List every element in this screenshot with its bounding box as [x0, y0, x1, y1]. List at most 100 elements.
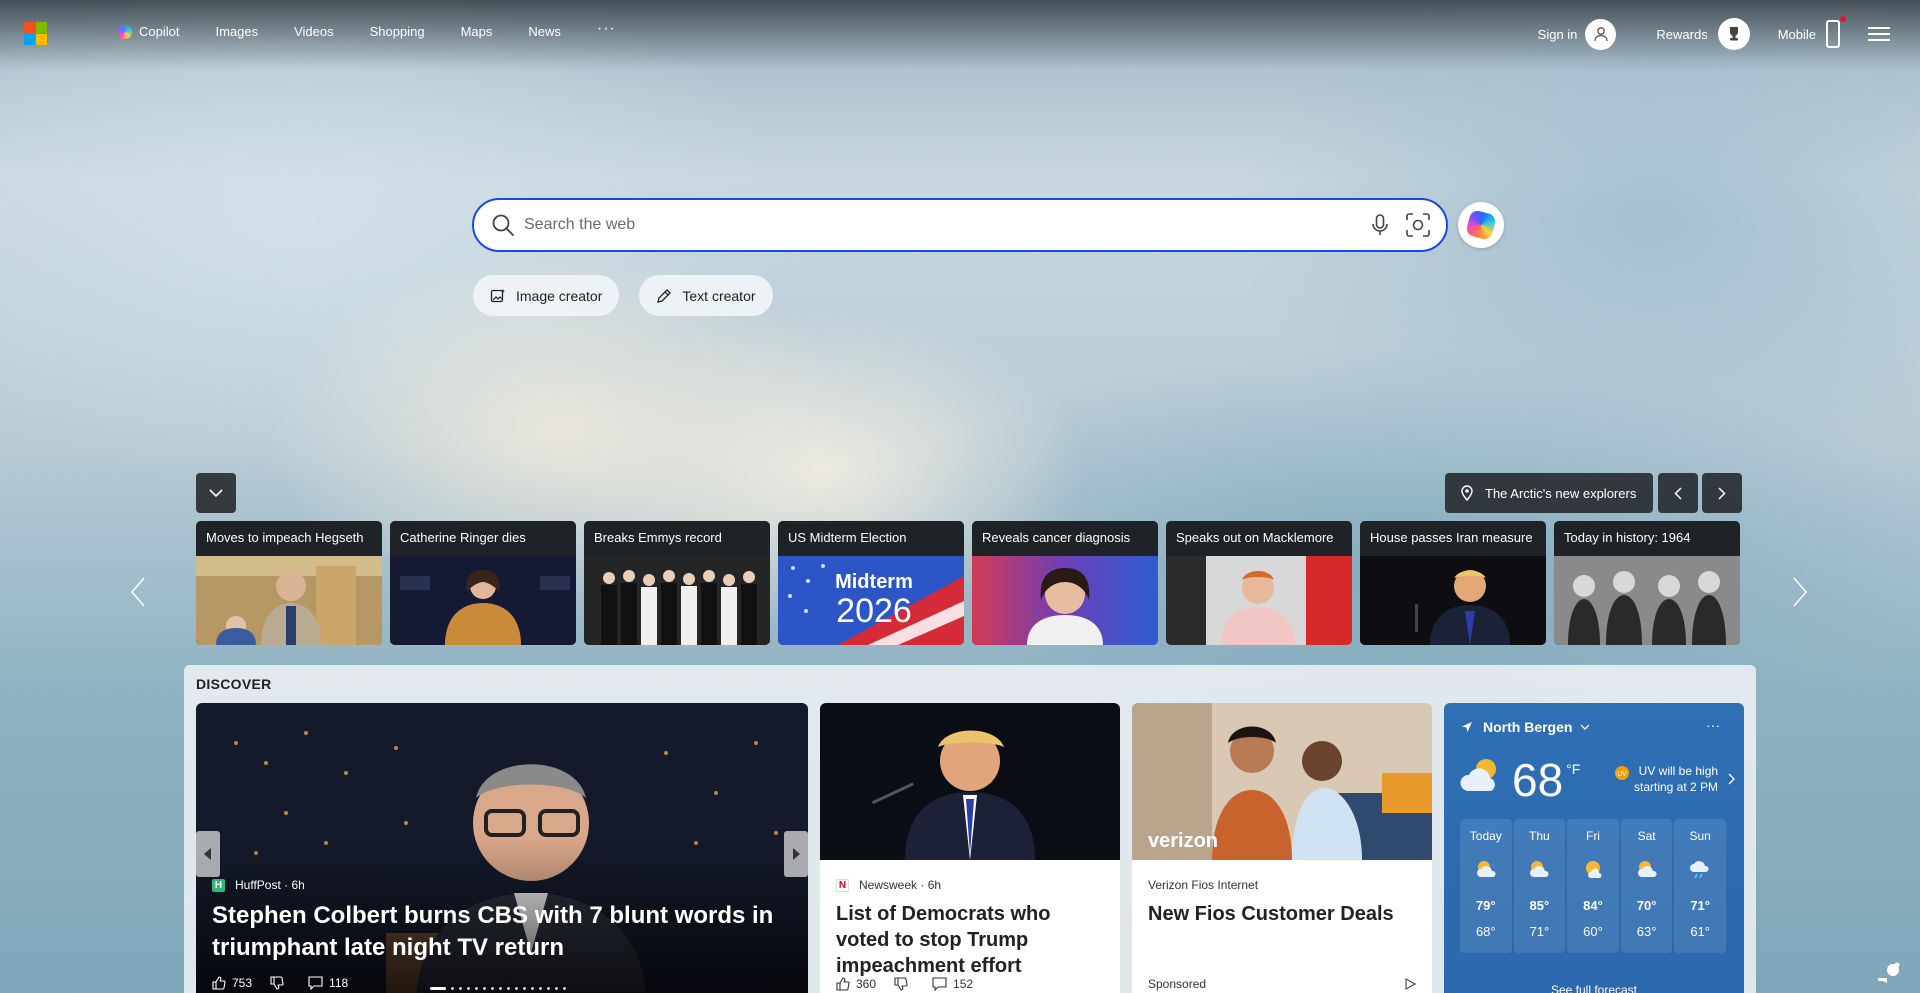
uv-alert[interactable]: UV UV will be high starting at 2 PM [1614, 763, 1736, 795]
visual-search-icon[interactable] [1404, 211, 1432, 239]
nav-copilot[interactable]: Copilot [118, 24, 179, 39]
trending-tile-label: Reveals cancer diagnosis [972, 521, 1158, 556]
comment-count: 118 [329, 976, 349, 990]
sponsored-card[interactable]: verizon Verizon Fios Internet New Fios C… [1132, 703, 1432, 993]
sponsored-card-title[interactable]: New Fios Customer Deals [1148, 901, 1416, 927]
like-button[interactable]: 360 [836, 977, 876, 991]
trending-tile-image [1360, 556, 1546, 645]
forecast-day-name: Fri [1585, 829, 1600, 843]
mobile-button[interactable]: Mobile [1777, 16, 1846, 48]
search-box [472, 198, 1448, 252]
trending-tile-label: Moves to impeach Hegseth [196, 521, 382, 556]
weather-more-button[interactable]: ··· [1706, 717, 1720, 733]
search-input[interactable] [524, 216, 1366, 234]
trending-tile[interactable]: Speaks out on Macklemore [1166, 521, 1352, 645]
featured-prev-button[interactable] [196, 831, 220, 877]
image-creator-button[interactable]: Image creator [473, 275, 620, 316]
featured-news-title[interactable]: Stephen Colbert burns CBS with 7 blunt w… [212, 900, 792, 964]
featured-news-card[interactable]: H HuffPost · 6h Stephen Colbert burns CB… [196, 703, 808, 993]
trending-tile[interactable]: Catherine Ringer dies [390, 521, 576, 645]
uv-line-1: UV will be high [1638, 764, 1719, 778]
trending-tile-image: Midterm 2026 [778, 556, 964, 645]
thumbs-down-icon [270, 976, 284, 990]
trending-tile[interactable]: Moves to impeach Hegseth [196, 521, 382, 645]
partly-sunny-icon [1476, 861, 1496, 877]
weather-location-selector[interactable]: North Bergen [1461, 719, 1590, 735]
featured-next-button[interactable] [784, 831, 808, 877]
feedback-icon[interactable] [1876, 962, 1902, 984]
nav-news[interactable]: News [528, 24, 561, 39]
trending-carousel: Moves to impeach Hegseth Catherine Ringe… [196, 521, 1748, 645]
news-source: N Newsweek · 6h [836, 878, 1104, 892]
trending-tile[interactable]: Reveals cancer diagnosis [972, 521, 1158, 645]
trending-tile[interactable]: Breaks Emmys record [584, 521, 770, 645]
news-source: H HuffPost · 6h [212, 878, 792, 892]
forecast-high: 84° [1583, 898, 1603, 913]
forecast-day[interactable]: Today 79° 68° [1460, 819, 1512, 953]
forecast-low: 71° [1529, 924, 1550, 939]
dislike-button[interactable] [270, 976, 290, 990]
menu-hamburger-icon[interactable] [1868, 23, 1890, 45]
copilot-button[interactable] [1458, 202, 1504, 248]
trending-tile[interactable]: Today in history: 1964 [1554, 521, 1740, 645]
collapse-feed-button[interactable] [196, 473, 236, 513]
uv-line-2: starting at 2 PM [1634, 780, 1719, 794]
verizon-logo: verizon [1148, 830, 1218, 852]
nav-maps[interactable]: Maps [461, 24, 493, 39]
image-caption-button[interactable]: The Arctic's new explorers [1445, 473, 1653, 513]
ad-choices-icon[interactable] [1404, 978, 1416, 990]
forecast-day[interactable]: Fri 84° 60° [1567, 819, 1619, 953]
text-creator-button[interactable]: Text creator [639, 275, 773, 316]
nav-bar: Copilot Images Videos Shopping Maps News… [118, 20, 652, 39]
sponsored-card-image: verizon [1132, 703, 1432, 860]
forecast-day[interactable]: Sun 71° 61° [1674, 819, 1726, 953]
sponsored-footer: Sponsored [1148, 977, 1416, 991]
chevron-down-icon [1580, 724, 1590, 730]
nav-videos[interactable]: Videos [294, 24, 334, 39]
forecast-day-name: Sun [1689, 829, 1711, 843]
news-card[interactable]: N Newsweek · 6h List of Democrats who vo… [820, 703, 1120, 993]
thumbs-up-icon [212, 976, 226, 990]
trending-prev-arrow[interactable] [128, 572, 148, 612]
trending-tile-image [196, 556, 382, 645]
trending-tile[interactable]: US Midterm Election Midterm 2026 [778, 521, 964, 645]
nav-shopping[interactable]: Shopping [370, 24, 425, 39]
forecast-day-name: Today [1469, 829, 1502, 843]
chevron-left-icon [1674, 486, 1682, 500]
nav-more-button[interactable]: ··· [597, 20, 616, 38]
like-button[interactable]: 753 [212, 976, 252, 990]
weather-card[interactable]: North Bergen ··· 68 °F UV UV will be hig… [1444, 703, 1744, 993]
like-count: 360 [856, 977, 877, 991]
trending-next-arrow[interactable] [1790, 572, 1810, 612]
comments-button[interactable]: 118 [308, 976, 348, 990]
previous-image-button[interactable] [1658, 473, 1698, 513]
temperature-unit[interactable]: °F [1566, 761, 1580, 777]
forecast-day[interactable]: Sat 70° 63° [1620, 819, 1673, 953]
rewards-button[interactable]: Rewards [1656, 18, 1750, 50]
comments-button[interactable]: 152 [932, 977, 973, 991]
source-age: 6h [291, 878, 305, 892]
trending-tile[interactable]: House passes Iran measure [1360, 521, 1546, 645]
microsoft-logo[interactable] [24, 22, 47, 45]
microphone-icon[interactable] [1366, 211, 1394, 239]
see-full-forecast-link[interactable]: See full forecast [1444, 983, 1744, 993]
forecast-low: 68° [1475, 924, 1496, 939]
mobile-label: Mobile [1777, 26, 1816, 42]
trending-tile-image [584, 556, 770, 645]
forecast-day[interactable]: Thu 85° 71° [1513, 819, 1566, 953]
trending-tile-image [1554, 556, 1740, 645]
comment-icon [308, 976, 323, 990]
copilot-icon [118, 24, 132, 39]
thumbs-up-icon [836, 977, 850, 991]
dislike-button[interactable] [894, 977, 914, 991]
trending-tile-label: House passes Iran measure [1360, 521, 1546, 556]
chevron-right-icon [1728, 773, 1736, 785]
next-image-button[interactable] [1702, 473, 1742, 513]
nav-images[interactable]: Images [215, 24, 258, 39]
partly-cloudy-icon [1460, 759, 1496, 791]
news-card-title[interactable]: List of Democrats who voted to stop Trum… [836, 901, 1104, 979]
sign-in-button[interactable]: Sign in [1537, 18, 1617, 50]
chevron-down-icon [209, 488, 223, 497]
thumbs-down-icon [894, 977, 908, 991]
sign-in-label: Sign in [1537, 26, 1578, 42]
